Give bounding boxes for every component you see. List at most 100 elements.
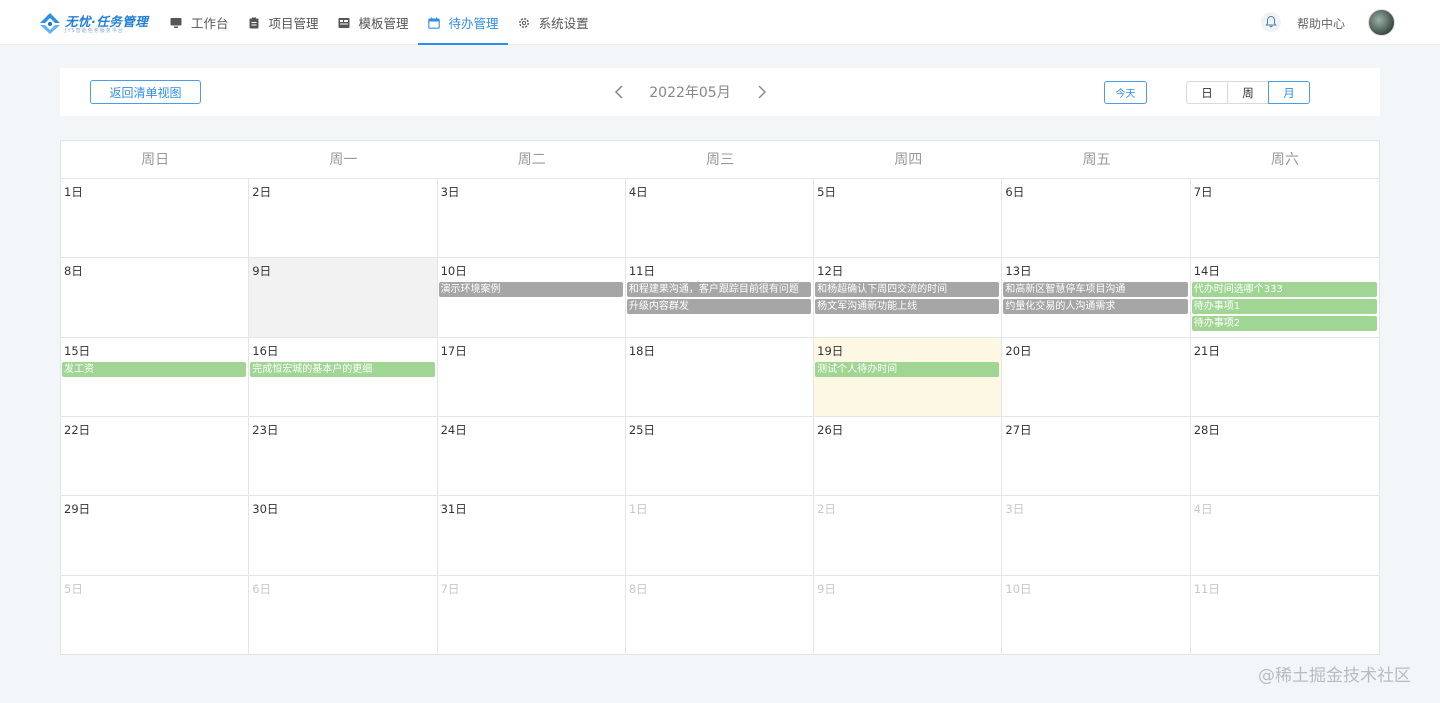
view-month-button[interactable]: 月 [1268,81,1310,104]
calendar-event[interactable]: 演示环境案例 [438,282,623,298]
nav-item-workbench[interactable]: 工作台 [160,0,238,45]
event-list: 测试个人待办时间 [814,361,1001,379]
day-number: 27日 [1005,423,1032,437]
day-cell[interactable]: 1日 [625,496,815,576]
day-cell[interactable]: 4日 [625,179,815,259]
day-number: 31日 [440,502,467,517]
day-cell[interactable]: 9日 [249,258,438,338]
day-cell[interactable]: 17日 [437,337,626,417]
day-cell[interactable]: 21日 [1190,338,1379,417]
logo-subtitle: JYS智能任务服务平台 [65,28,124,34]
day-cell[interactable]: 30日 [249,496,438,576]
day-number: 17日 [440,343,467,358]
avatar[interactable] [1368,9,1395,36]
calendar-event[interactable]: 和杨超确认下周四交流的时间 [815,282,1000,298]
day-cell[interactable]: 6日 [249,575,438,655]
weekday-label: 周五 [1082,152,1111,168]
back-to-list-button[interactable]: 返回清单视图 [90,80,201,104]
view-week-button[interactable]: 周 [1227,81,1269,104]
calendar-event[interactable]: 完成恒宏城的基本户的更细 [250,361,435,377]
day-cell[interactable]: 27日 [1002,417,1191,497]
day-cell[interactable]: 15日发工资 [61,337,250,417]
clipboard-icon [247,16,261,30]
day-cell[interactable]: 5日 [61,575,250,655]
nav-item-projects[interactable]: 项目管理 [238,0,328,45]
day-cell[interactable]: 23日 [249,417,438,497]
day-number: 7日 [440,581,460,596]
nav-item-label: 待办管理 [448,16,499,31]
calendar-event[interactable]: 待办事项1 [1191,299,1377,315]
calendar-event[interactable]: 待办事项2 [1191,316,1377,332]
day-cell[interactable]: 22日 [61,417,250,497]
day-cell[interactable]: 8日 [626,575,815,655]
calendar-event[interactable]: 和高新区智慧停车项目沟通 [1003,282,1188,298]
day-cell[interactable]: 7日 [1190,179,1379,259]
day-cell[interactable]: 12日 和杨超确认下周四交流的时间 杨文军沟通新功能上线 [814,258,1003,338]
view-day-button[interactable]: 日 [1186,81,1228,104]
day-number: 5日 [817,185,836,199]
day-number: 1日 [64,185,83,199]
day-cell[interactable]: 8日 [61,258,250,338]
day-cell[interactable]: 4日 [1190,496,1379,576]
weekday-label: 周二 [517,152,546,168]
day-cell[interactable]: 20日 [1002,337,1191,417]
nav-item-settings[interactable]: 系统设置 [508,0,598,45]
day-cell[interactable]: 25日 [625,417,815,497]
day-cell[interactable]: 13日 和高新区智慧停车项目沟通 约量化交易的人沟通需求 [1002,258,1191,338]
day-number: 28日 [1193,423,1220,437]
calendar-event[interactable]: 和程建果沟通，客户跟踪目前很有问题 [626,282,812,298]
day-cell[interactable]: 9日 [814,575,1003,655]
day-number: 25日 [628,423,655,437]
day-cell[interactable]: 11日 和程建果沟通，客户跟踪目前很有问题 升级内容群发 [625,258,815,338]
day-number: 10日 [1005,581,1032,596]
day-cell[interactable]: 31日 [437,496,626,576]
calendar-event[interactable]: 发工资 [62,361,247,377]
weekday-label: 周日 [141,152,170,168]
event-list: 完成恒宏城的基本户的更细 [249,361,436,379]
day-cell[interactable]: 3日 [437,179,626,259]
next-month-button[interactable] [752,82,772,102]
calendar-icon [427,16,441,30]
day-cell[interactable]: 1日 [61,179,250,259]
day-cell[interactable]: 19日 测试个人待办时间 [814,337,1003,417]
calendar-event[interactable]: 代办时间选哪个333 [1191,282,1377,298]
prev-month-button[interactable] [609,82,629,102]
day-cell[interactable]: 7日 [438,575,626,655]
day-cell[interactable]: 26日 [814,417,1003,497]
template-icon [337,16,351,30]
day-cell[interactable]: 14日 代办时间选哪个333 待办事项1 待办事项2 [1190,258,1379,338]
weekday-label: 周六 [1270,152,1299,168]
day-cell[interactable]: 2日 [249,179,438,259]
nav-item-templates[interactable]: 模板管理 [328,0,418,45]
help-center-link[interactable]: 帮助中心 [1297,15,1345,32]
calendar-event[interactable]: 杨文军沟通新功能上线 [815,299,1000,315]
day-number: 7日 [1193,185,1213,199]
watermark: @稀土掘金技术社区 [1258,666,1411,686]
day-number: 23日 [252,423,279,437]
day-cell[interactable]: 28日 [1190,417,1379,497]
event-list: 和杨超确认下周四交流的时间 杨文军沟通新功能上线 [814,282,1001,316]
day-cell[interactable]: 10日 [1002,575,1191,655]
day-cell[interactable]: 11日 [1191,576,1379,655]
day-cell[interactable]: 5日 [814,179,1003,259]
day-number: 15日 [64,343,91,358]
calendar-event[interactable]: 升级内容群发 [626,299,812,315]
day-cell[interactable]: 16日 完成恒宏城的基本户的更细 [249,337,438,417]
calendar-event[interactable]: 测试个人待办时间 [815,361,1000,377]
day-cell[interactable]: 6日 [1002,179,1191,259]
calendar-event[interactable]: 约量化交易的人沟通需求 [1003,299,1188,315]
bell-icon[interactable] [1261,12,1281,32]
day-cell[interactable]: 24日 [437,417,626,497]
nav-item-todos[interactable]: 待办管理 [417,0,508,45]
day-cell[interactable]: 18日 [625,337,815,417]
day-number: 6日 [252,581,272,596]
day-cell[interactable]: 29日 [61,496,250,576]
weekday-label: 周四 [894,152,923,168]
day-cell[interactable]: 3日 [1002,496,1191,576]
day-cell[interactable]: 10日 演示环境案例 [437,258,626,338]
app-logo[interactable]: 无忧·任务管理 JYS智能任务服务平台 [38,9,153,37]
day-number: 4日 [1193,502,1213,517]
day-number: 26日 [817,423,844,437]
today-button[interactable]: 今天 [1104,81,1147,104]
day-cell[interactable]: 2日 [814,496,1003,576]
